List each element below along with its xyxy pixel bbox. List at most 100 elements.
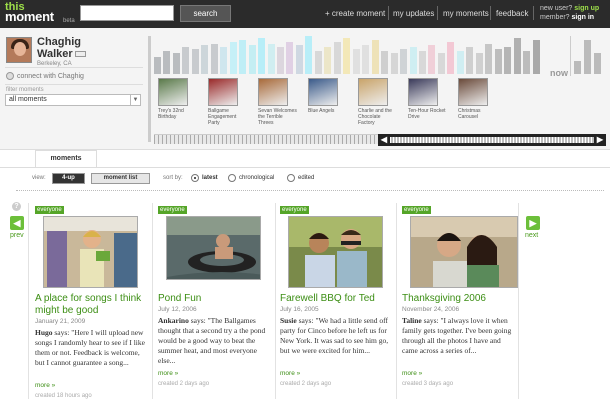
timeline-bar[interactable] (239, 40, 247, 74)
timeline-bar[interactable] (523, 51, 531, 74)
timeline-bar[interactable] (182, 47, 190, 74)
timeline-bar[interactable] (305, 36, 313, 74)
timeline-bar[interactable] (418, 51, 426, 74)
thumbnail-image[interactable] (358, 78, 388, 106)
timeline-chart[interactable] (154, 36, 542, 74)
now-bar[interactable] (594, 53, 601, 74)
thumbnail-image[interactable] (258, 78, 288, 106)
timeline-bar[interactable] (400, 49, 408, 74)
moment-title-link[interactable]: Farewell BBQ for Ted (280, 293, 396, 305)
timeline-bar[interactable] (267, 44, 275, 74)
more-link[interactable]: more » (280, 370, 300, 377)
more-link[interactable]: more » (402, 370, 422, 377)
thumbnail-image[interactable] (458, 78, 488, 106)
timeline-thumbnail[interactable]: Sevan Welcomes the Terrible Threes (254, 78, 298, 126)
search-input[interactable] (80, 5, 174, 21)
next-link[interactable]: next (525, 232, 538, 239)
thumbnail-image[interactable] (208, 78, 238, 106)
timeline-bar[interactable] (229, 42, 237, 74)
sign-up-link[interactable]: sign up (574, 5, 599, 12)
timeline-bar[interactable] (277, 47, 285, 74)
now-bar[interactable] (584, 40, 591, 74)
moment-photo[interactable] (43, 216, 138, 288)
timeline-bar[interactable] (494, 49, 502, 74)
scroll-left-icon[interactable]: ◀ (378, 134, 390, 146)
thumbnail-image[interactable] (408, 78, 438, 106)
nav-my-moments[interactable]: my moments (443, 9, 489, 18)
view-list-button[interactable]: moment list (91, 173, 150, 184)
moment-title-link[interactable]: A place for songs I think might be good (35, 293, 151, 317)
timeline-thumbnail[interactable]: Charlie and the Chocolate Factory (354, 78, 398, 126)
moment-photo[interactable] (166, 216, 261, 280)
timeline-bar[interactable] (191, 49, 199, 74)
timeline-bar[interactable] (485, 44, 493, 74)
timeline-bar[interactable] (504, 47, 512, 74)
timeline-bar[interactable] (371, 40, 379, 74)
author-name[interactable]: Hugo (35, 328, 53, 337)
sign-in-link[interactable]: sign in (572, 14, 595, 21)
timeline-bar[interactable] (172, 53, 180, 74)
timeline-thumbnail[interactable]: Ballgame Engagement Party (204, 78, 248, 126)
timeline-bar[interactable] (447, 42, 455, 74)
timeline-bar[interactable] (381, 51, 389, 74)
view-4up-button[interactable]: 4-up (52, 173, 85, 184)
sort-latest-radio[interactable] (191, 174, 199, 182)
nav-create-moment[interactable]: + create moment (325, 9, 385, 18)
filter-select[interactable]: all moments ▼ (5, 94, 141, 106)
author-name[interactable]: Taline (402, 316, 422, 325)
timeline-bar[interactable] (201, 45, 209, 74)
next-arrow-icon[interactable]: ▶ (526, 216, 540, 230)
sort-edited-label[interactable]: edited (298, 175, 314, 181)
author-name[interactable]: Ankarino (158, 316, 189, 325)
timeline-bar[interactable] (324, 47, 332, 74)
logo[interactable]: this moment beta (5, 2, 75, 25)
more-link[interactable]: more » (158, 370, 178, 377)
timeline-bar[interactable] (333, 42, 341, 74)
timeline-scrollbar[interactable]: ◀ ▶ (378, 134, 606, 146)
timeline-bar[interactable] (352, 49, 360, 74)
timeline-thumbnail[interactable]: Trey's 32nd Birthday (154, 78, 198, 120)
moment-photo[interactable] (410, 216, 518, 288)
timeline-bar[interactable] (475, 53, 483, 74)
thumbnail-image[interactable] (308, 78, 338, 106)
prev-arrow-icon[interactable]: ◀ (10, 216, 24, 230)
nav-my-updates[interactable]: my updates (393, 9, 434, 18)
timeline-bar[interactable] (163, 51, 171, 74)
sort-chrono-radio[interactable] (228, 174, 236, 182)
timeline-bar[interactable] (286, 42, 294, 74)
scroll-right-icon[interactable]: ▶ (594, 134, 606, 146)
timeline-bar[interactable] (343, 38, 351, 74)
thumbnail-image[interactable] (158, 78, 188, 106)
timeline-bar[interactable] (437, 53, 445, 74)
timeline-bar[interactable] (428, 45, 436, 74)
prev-link[interactable]: prev (10, 232, 24, 239)
help-icon[interactable]: ? (12, 202, 21, 211)
timeline-thumbnail[interactable]: Christmas Carousel (454, 78, 498, 120)
moment-title-link[interactable]: Pond Fun (158, 293, 274, 305)
timeline-bar[interactable] (532, 40, 540, 74)
nav-feedback[interactable]: feedback (496, 9, 528, 18)
timeline-bar[interactable] (513, 38, 521, 74)
avatar[interactable] (6, 37, 32, 63)
timeline-bar[interactable] (220, 47, 228, 74)
moment-photo[interactable] (288, 216, 383, 288)
author-name[interactable]: Susie (280, 316, 297, 325)
search-button[interactable]: search (180, 5, 231, 22)
moment-title-link[interactable]: Thanksgiving 2006 (402, 293, 518, 305)
now-bar[interactable] (574, 61, 581, 74)
more-link[interactable]: more » (35, 382, 55, 389)
timeline-bar[interactable] (295, 45, 303, 74)
timeline-bar[interactable] (409, 47, 417, 74)
timeline-bar[interactable] (258, 38, 266, 74)
timeline-bar[interactable] (362, 45, 370, 74)
connect-link[interactable]: connect with Chaghig (6, 72, 84, 80)
timeline-thumbnail[interactable]: Ten-Hour Rocket Drive (404, 78, 448, 120)
timeline-bar[interactable] (456, 51, 464, 74)
sort-edited-radio[interactable] (287, 174, 295, 182)
sort-chrono-label[interactable]: chronological (239, 175, 274, 181)
scroll-track[interactable] (390, 137, 594, 143)
now-chart[interactable] (574, 36, 604, 74)
timeline-bar[interactable] (466, 47, 474, 74)
timeline-bar[interactable] (314, 51, 322, 74)
timeline-thumbnail[interactable]: Blue Angels (304, 78, 348, 114)
